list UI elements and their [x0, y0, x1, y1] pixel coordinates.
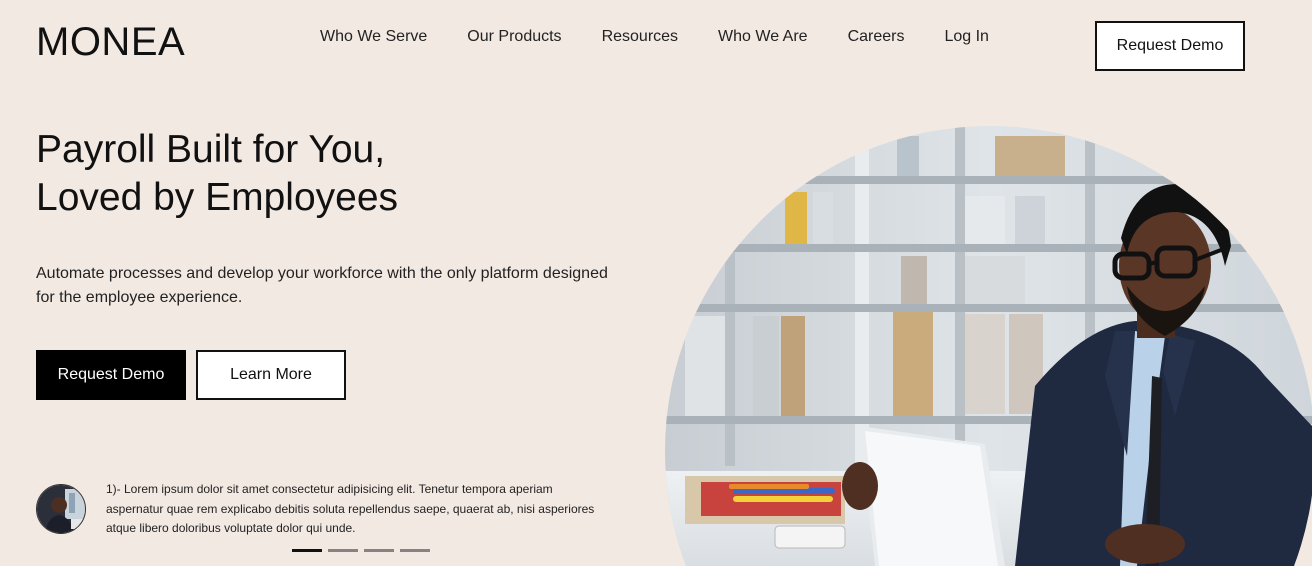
hero-subtitle: Automate processes and develop your work…	[36, 265, 608, 306]
testimonial-avatar	[36, 484, 86, 534]
nav-who-we-serve[interactable]: Who We Serve	[320, 28, 427, 46]
main-nav: Who We Serve Our Products Resources Who …	[320, 28, 1029, 46]
hero-title-line-1: Payroll Built for You,	[36, 128, 386, 171]
carousel-dot-1[interactable]	[292, 549, 322, 552]
hero-title-line-2: Loved by Employees	[36, 176, 399, 219]
nav-our-products[interactable]: Our Products	[467, 28, 561, 46]
nav-careers[interactable]: Careers	[848, 28, 905, 46]
request-demo-button[interactable]: Request Demo	[36, 350, 186, 400]
hero-title: Payroll Built for You, Loved by Employee…	[36, 126, 398, 222]
carousel-dot-3[interactable]	[364, 549, 394, 552]
carousel-dot-2[interactable]	[328, 549, 358, 552]
brand-logo[interactable]: MONEA	[36, 20, 185, 65]
learn-more-button[interactable]: Learn More	[196, 350, 346, 400]
header-request-demo-button[interactable]: Request Demo	[1095, 21, 1245, 71]
testimonial-text: 1)- Lorem ipsum dolor sit amet consectet…	[106, 482, 595, 535]
nav-resources[interactable]: Resources	[602, 28, 678, 46]
carousel-dot-4[interactable]	[400, 549, 430, 552]
carousel-indicators	[292, 549, 430, 552]
nav-log-in[interactable]: Log In	[944, 28, 988, 46]
hero-image	[665, 126, 1312, 566]
nav-who-we-are[interactable]: Who We Are	[718, 28, 808, 46]
